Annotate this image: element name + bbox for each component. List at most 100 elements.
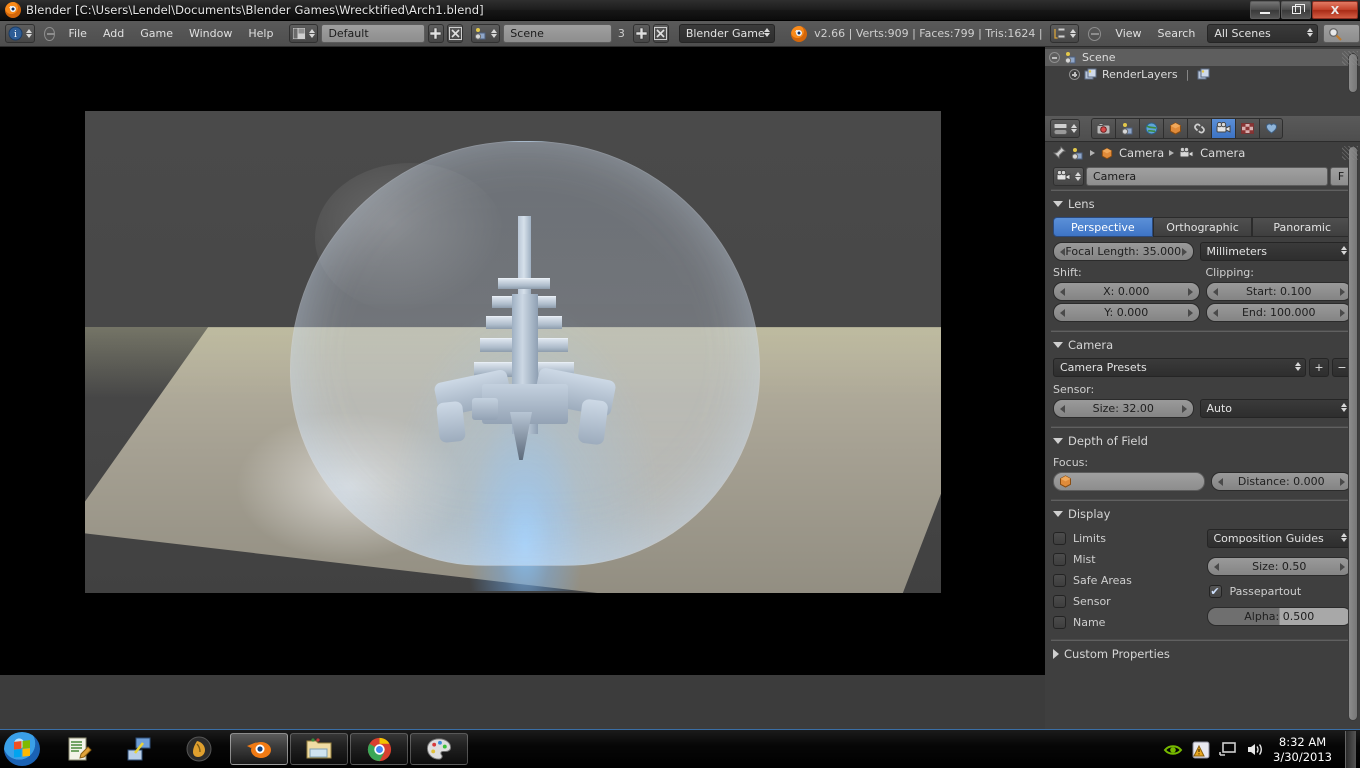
camera-presets-select[interactable]: Camera Presets xyxy=(1053,358,1306,377)
cube-icon[interactable] xyxy=(1100,147,1114,160)
composition-guides-select[interactable]: Composition Guides xyxy=(1206,529,1352,548)
volume-icon[interactable] xyxy=(1246,741,1264,758)
checkbox-box[interactable] xyxy=(1053,553,1066,566)
close-button[interactable]: X xyxy=(1312,1,1358,19)
lens-type-panoramic[interactable]: Panoramic xyxy=(1252,217,1353,237)
pin-icon[interactable] xyxy=(1052,146,1066,160)
panel-header-dof[interactable]: Depth of Field xyxy=(1045,431,1360,451)
renderlayers-icon[interactable] xyxy=(1197,68,1211,81)
scene-icon-button[interactable] xyxy=(471,24,501,43)
breadcrumb-data-name[interactable]: Camera xyxy=(1200,146,1245,160)
movie-camera-icon[interactable] xyxy=(1179,146,1195,160)
panel-header-custom-properties[interactable]: Custom Properties xyxy=(1045,644,1360,664)
add-screen-button[interactable] xyxy=(427,24,445,43)
outliner-resize-corner[interactable] xyxy=(1342,51,1358,65)
outliner-display-mode-select[interactable]: All Scenes xyxy=(1207,24,1319,43)
panel-header-camera[interactable]: Camera xyxy=(1045,335,1360,355)
network-icon[interactable] xyxy=(1219,741,1237,758)
properties-tab-row[interactable] xyxy=(1091,118,1283,139)
shift-x-field[interactable]: X: 0.000 xyxy=(1053,282,1200,301)
delete-screen-button[interactable] xyxy=(447,24,464,43)
render-engine-select[interactable]: Blender Game xyxy=(678,24,776,43)
panel-header-display[interactable]: Display xyxy=(1045,504,1360,524)
tab-texture[interactable] xyxy=(1235,118,1259,139)
checkbox-passepartout[interactable]: Passepartout xyxy=(1207,585,1353,598)
editor-type-info-button[interactable]: i xyxy=(5,24,35,43)
tab-physics[interactable] xyxy=(1259,118,1283,139)
checkbox-box[interactable] xyxy=(1053,595,1066,608)
camera-datablock-browse-button[interactable] xyxy=(1053,167,1084,186)
lens-type-toggle[interactable]: Perspective Orthographic Panoramic xyxy=(1053,217,1353,237)
outliner-menu-view[interactable]: View xyxy=(1107,27,1149,40)
checkbox-limits[interactable]: Limits xyxy=(1053,532,1199,545)
shift-y-field[interactable]: Y: 0.000 xyxy=(1053,303,1200,322)
add-scene-button[interactable] xyxy=(633,24,650,43)
tab-world[interactable] xyxy=(1139,118,1163,139)
delete-scene-button[interactable] xyxy=(652,24,669,43)
screen-layout-icon-button[interactable] xyxy=(289,24,319,43)
dof-distance-field[interactable]: Distance: 0.000 xyxy=(1210,472,1352,491)
checkbox-box[interactable] xyxy=(1208,585,1222,598)
nvidia-icon[interactable] xyxy=(1163,741,1183,759)
action-center-warning-icon[interactable] xyxy=(1192,741,1210,759)
checkbox-sensor[interactable]: Sensor xyxy=(1053,595,1199,608)
scene-name-field[interactable]: Scene xyxy=(503,24,613,43)
tab-object[interactable] xyxy=(1163,118,1187,139)
screen-layout-field[interactable]: Default xyxy=(321,24,425,43)
expand-toggle-icon[interactable] xyxy=(1049,52,1060,63)
taskbar-item-blender[interactable] xyxy=(230,733,288,765)
taskbar-item-notepad-plus-plus[interactable] xyxy=(50,733,108,765)
taskbar-item-google-chrome[interactable] xyxy=(350,733,408,765)
lens-type-orthographic[interactable]: Orthographic xyxy=(1152,217,1253,237)
outliner-row-renderlayers[interactable]: RenderLayers | xyxy=(1045,66,1360,83)
editor-type-properties-button[interactable] xyxy=(1050,119,1080,138)
menu-file[interactable]: File xyxy=(61,27,95,40)
taskbar-item-paint[interactable] xyxy=(410,733,468,765)
menu-window[interactable]: Window xyxy=(181,27,240,40)
taskbar-item-remote-desktop[interactable] xyxy=(110,733,168,765)
lens-type-perspective[interactable]: Perspective xyxy=(1053,217,1153,237)
checkbox-safe-areas[interactable]: Safe Areas xyxy=(1053,574,1199,587)
tab-render[interactable] xyxy=(1091,118,1115,139)
checkbox-box[interactable] xyxy=(1053,532,1066,545)
checkbox-box[interactable] xyxy=(1053,616,1066,629)
scene-users-count[interactable]: 3 xyxy=(612,24,630,43)
outliner-menu-search[interactable]: Search xyxy=(1150,27,1204,40)
panel-header-lens[interactable]: Lens xyxy=(1045,194,1360,214)
collapse-outliner-menus-button[interactable] xyxy=(1088,26,1102,41)
add-preset-button[interactable]: + xyxy=(1309,358,1329,377)
properties-scrollbar[interactable] xyxy=(1348,146,1358,721)
outliner-search-field[interactable] xyxy=(1323,24,1360,43)
tab-object-data[interactable] xyxy=(1211,118,1235,139)
dof-focus-object-field[interactable] xyxy=(1053,472,1205,491)
properties-editor[interactable]: Camera Camera Camera F Lens Perspective … xyxy=(1045,116,1360,729)
tab-scene[interactable] xyxy=(1115,118,1139,139)
sensor-size-field[interactable]: Size: 32.00 xyxy=(1053,399,1194,418)
checkbox-mist[interactable]: Mist xyxy=(1053,553,1199,566)
focal-length-field[interactable]: Focal Length: 35.000 xyxy=(1053,242,1194,261)
expand-toggle-icon[interactable] xyxy=(1069,69,1080,80)
clip-end-field[interactable]: End: 100.000 xyxy=(1205,303,1352,322)
outliner-row-scene[interactable]: Scene xyxy=(1045,49,1360,66)
taskbar-clock[interactable]: 8:32 AM 3/30/2013 xyxy=(1273,735,1332,765)
taskbar-item-fl-studio[interactable] xyxy=(170,733,228,765)
minimize-button[interactable] xyxy=(1250,1,1280,19)
show-desktop-button[interactable] xyxy=(1345,731,1356,768)
checkbox-name[interactable]: Name xyxy=(1053,616,1199,629)
properties-resize-corner[interactable] xyxy=(1342,146,1358,160)
restore-button[interactable] xyxy=(1281,1,1311,19)
passepartout-alpha-slider[interactable]: Alpha: 0.500 xyxy=(1206,607,1352,626)
lens-unit-select[interactable]: Millimeters xyxy=(1199,242,1352,261)
display-size-field[interactable]: Size: 0.50 xyxy=(1206,557,1352,576)
sensor-fit-select[interactable]: Auto xyxy=(1199,399,1352,418)
breadcrumb-object-name[interactable]: Camera xyxy=(1119,146,1164,160)
editor-type-outliner-button[interactable] xyxy=(1050,24,1079,43)
clip-start-field[interactable]: Start: 0.100 xyxy=(1205,282,1352,301)
menu-help[interactable]: Help xyxy=(240,27,281,40)
viewport-3d[interactable]: View Select Object Object Mode xyxy=(0,47,1045,675)
scene-icon[interactable] xyxy=(1071,147,1085,160)
start-button[interactable] xyxy=(4,732,40,766)
outliner-editor[interactable]: View Search All Scenes Scene RenderLayer… xyxy=(1045,21,1360,116)
menu-game[interactable]: Game xyxy=(132,27,181,40)
collapse-menus-button[interactable] xyxy=(44,26,55,41)
